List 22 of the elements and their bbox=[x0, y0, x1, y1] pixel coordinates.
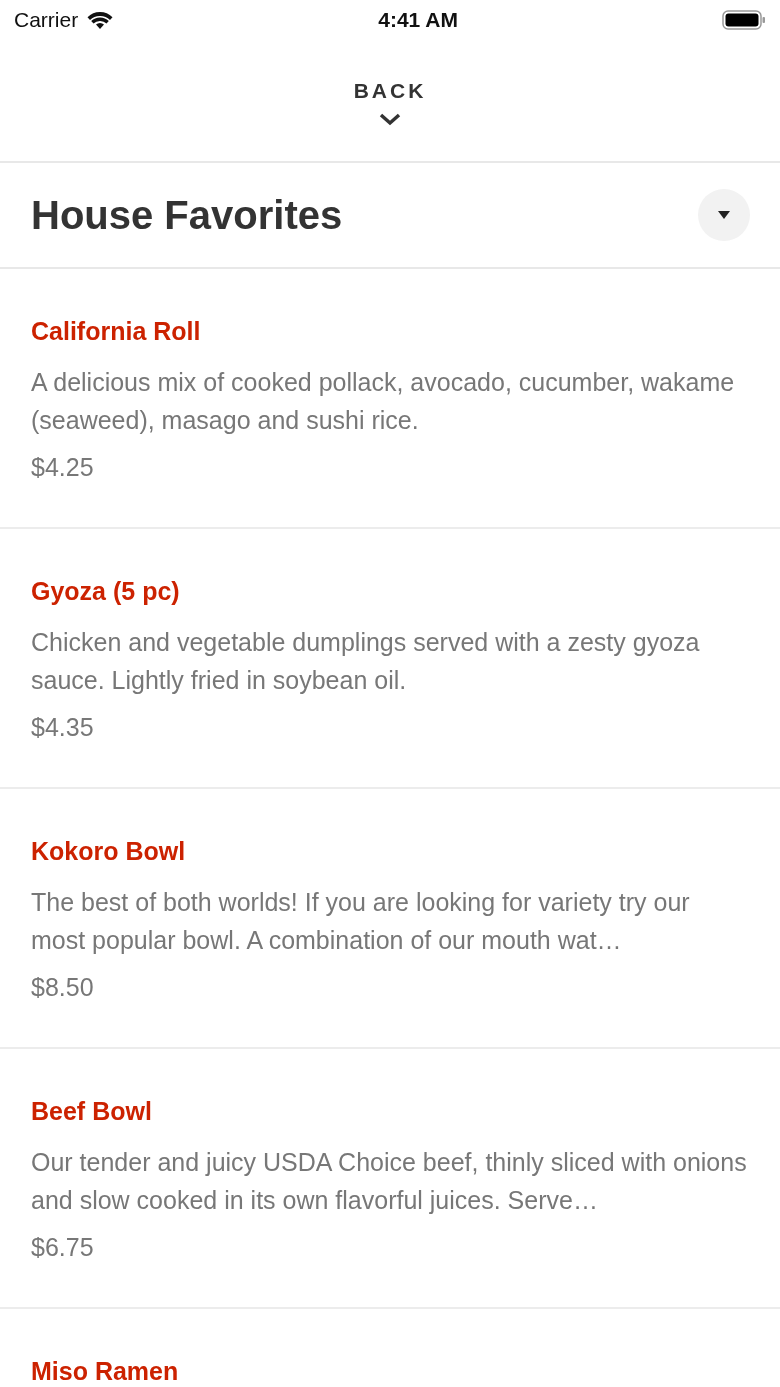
item-description: Chicken and vegetable dumplings served with a zesty gyoza sauce. Lightly fried in soybean oil. bbox=[31, 626, 701, 696]
item-price: $4.25 bbox=[31, 451, 95, 483]
back-button[interactable]: BACK bbox=[353, 74, 427, 127]
battery-icon bbox=[722, 9, 766, 31]
item-name[interactable]: California Roll bbox=[31, 313, 749, 351]
item-name[interactable]: Gyoza (5 pc) bbox=[31, 573, 749, 611]
wifi-icon bbox=[86, 10, 115, 30]
caret-down-icon bbox=[717, 210, 731, 220]
item-name[interactable]: Miso Ramen bbox=[31, 1353, 749, 1387]
item-description: Our tender and juicy USDA Choice beef, thinly sliced with onions and slow cooked in its own flavorful juices. Serve… bbox=[31, 1146, 748, 1216]
item-name[interactable]: Beef Bowl bbox=[31, 1093, 749, 1131]
item-description: The best of both worlds! If you are looking for variety try our most popular bowl. A combination of our mouth wat… bbox=[31, 886, 691, 956]
dropdown-toggle-button[interactable] bbox=[698, 189, 750, 241]
item-price: $8.50 bbox=[31, 971, 95, 1003]
chevron-down-icon bbox=[379, 112, 401, 127]
section-title: House Favorites bbox=[31, 192, 343, 239]
item-price: $6.75 bbox=[31, 1231, 95, 1263]
item-price: $4.35 bbox=[31, 711, 95, 743]
item-name[interactable]: Kokoro Bowl bbox=[31, 833, 749, 871]
carrier-label: Carrier bbox=[14, 7, 79, 34]
item-description: A delicious mix of cooked pollack, avocado, cucumber, wakame (seaweed), masago and sushi rice. bbox=[31, 366, 736, 436]
clock-time: 4:41 AM bbox=[378, 7, 458, 34]
